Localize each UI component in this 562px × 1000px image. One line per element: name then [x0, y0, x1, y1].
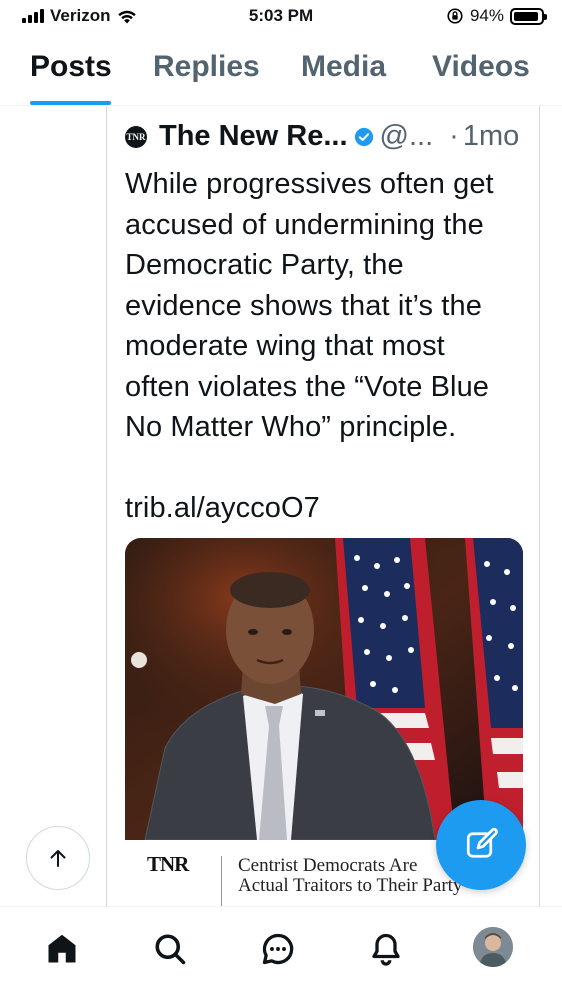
spaces-icon: [262, 933, 294, 965]
scroll-to-top-button[interactable]: [26, 826, 90, 890]
caption-divider: [221, 856, 222, 908]
article-photo[interactable]: [125, 538, 523, 840]
profile-tabs: Posts Replies Media Videos: [0, 36, 562, 106]
tab-videos[interactable]: Videos: [432, 50, 530, 84]
verified-badge-icon: [354, 127, 373, 146]
active-tab-indicator: [30, 101, 111, 105]
quoted-post[interactable]: TNR The New Re... @... · 1mo While progr…: [106, 106, 540, 912]
post-header: TNR The New Re... @... · 1mo: [125, 120, 519, 153]
nav-notifications[interactable]: [366, 929, 406, 969]
author-handle[interactable]: @...: [380, 120, 434, 153]
bottom-nav: [0, 906, 562, 1000]
separator-dot: ·: [449, 120, 459, 152]
search-icon: [155, 934, 186, 965]
author-avatar[interactable]: TNR: [125, 125, 147, 148]
nav-home[interactable]: [42, 929, 82, 969]
compose-post-button[interactable]: [436, 800, 526, 890]
profile-avatar[interactable]: [473, 927, 513, 967]
status-bar: Verizon 5:03 PM 94%: [0, 0, 562, 34]
nav-search[interactable]: [150, 929, 190, 969]
battery-icon: [510, 7, 547, 25]
battery-fill: [514, 11, 539, 21]
home-icon: [48, 934, 76, 963]
post-time[interactable]: 1mo: [463, 120, 519, 153]
compose-icon: [466, 827, 498, 858]
article-headline: Centrist Democrats Are Actual Traitors t…: [238, 855, 463, 896]
status-right: 94%: [446, 6, 547, 26]
post-text: While progressives often get accused of …: [125, 168, 494, 524]
notifications-icon: [372, 933, 400, 966]
nav-spaces[interactable]: [258, 929, 298, 969]
arrow-up-icon: [50, 850, 66, 867]
tab-media[interactable]: Media: [301, 50, 386, 84]
author-name[interactable]: The New Re...: [159, 120, 348, 153]
orientation-lock-icon: [447, 8, 463, 24]
publication-logo: TNR: [147, 852, 189, 876]
tab-posts[interactable]: Posts: [30, 50, 112, 84]
battery-percent: 94%: [469, 6, 504, 25]
tab-replies[interactable]: Replies: [153, 50, 260, 84]
